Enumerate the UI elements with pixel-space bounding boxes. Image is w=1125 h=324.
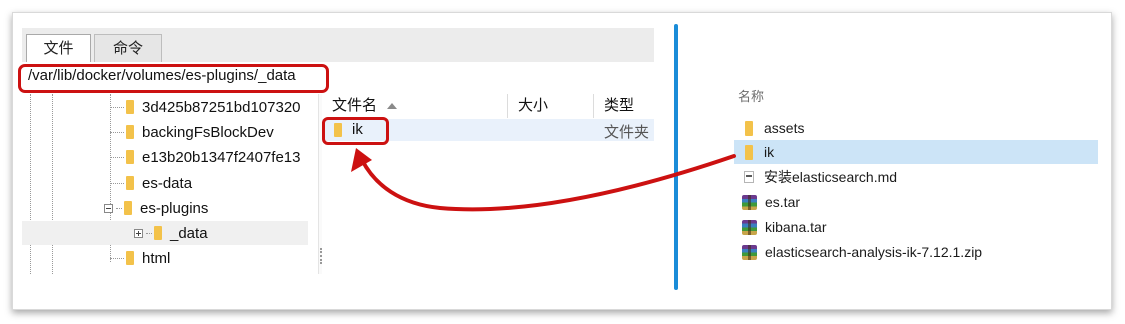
tree-guide-line (52, 94, 53, 274)
folder-open-icon (124, 201, 132, 215)
folder-icon (154, 226, 162, 240)
tree-connector (110, 106, 124, 108)
tree-connector (146, 232, 152, 234)
explorer-item-label: elasticsearch-analysis-ik-7.12.1.zip (765, 244, 983, 260)
directory-tree: 3d425b87251bd107320 backingFsBlockDev e1… (22, 94, 318, 274)
sort-ascending-icon (387, 103, 398, 110)
tree-item-label: es-plugins (140, 199, 209, 217)
explorer-item-label: es.tar (765, 194, 801, 210)
explorer-item-ik-zip[interactable]: elasticsearch-analysis-ik-7.12.1.zip (734, 240, 1098, 264)
explorer-item-ik[interactable]: ik (734, 140, 1098, 164)
explorer-item-label: 安装elasticsearch.md (764, 169, 898, 185)
folder-icon (742, 144, 756, 160)
tree-item[interactable]: backingFsBlockDev (110, 120, 274, 144)
tree-item-es-plugins[interactable]: es-plugins (104, 196, 208, 220)
folder-icon (742, 120, 756, 136)
tree-connector (110, 156, 124, 158)
tab-bar: 文件 命令 (22, 28, 654, 63)
tree-connector (110, 182, 124, 184)
column-header-name[interactable]: 名称 (738, 86, 764, 105)
explorer-item-label: kibana.tar (765, 219, 827, 235)
column-header-name[interactable]: 文件名 (322, 94, 508, 118)
tree-item[interactable]: html (110, 246, 170, 270)
markdown-file-icon (742, 170, 756, 185)
folder-icon (126, 100, 134, 114)
archive-icon (742, 244, 757, 260)
folder-icon (126, 150, 134, 164)
explorer-item-label: assets (764, 120, 805, 136)
tree-item[interactable]: e13b20b1347f2407fe13 (110, 145, 301, 169)
tab-command[interactable]: 命令 (94, 34, 162, 62)
tree-item-label: es-data (142, 174, 193, 192)
archive-icon (742, 219, 757, 235)
explorer-item-md-file[interactable]: 安装elasticsearch.md (734, 165, 1098, 189)
folder-icon (126, 251, 134, 265)
folder-icon (126, 176, 134, 190)
tree-item-data-selected[interactable]: _data (22, 221, 308, 245)
tree-item[interactable]: es-data (110, 171, 192, 195)
explorer-item-assets[interactable]: assets (734, 116, 1098, 140)
tree-connector (116, 207, 122, 209)
tree-item-label: html (142, 249, 171, 267)
tree-guide-line (30, 94, 31, 274)
folder-icon (126, 125, 134, 139)
tab-file[interactable]: 文件 (26, 34, 91, 63)
ik-highlight-box (322, 117, 389, 145)
tree-connector (110, 131, 124, 133)
archive-icon (742, 194, 757, 210)
file-type: 文件夹 (604, 124, 650, 141)
column-header-size[interactable]: 大小 (508, 94, 594, 118)
collapse-toggle-icon[interactable] (104, 203, 113, 213)
explorer-item-label: ik (764, 144, 775, 160)
tree-item-label: e13b20b1347f2407fe13 (142, 148, 301, 166)
tree-item[interactable]: 3d425b87251bd107320 (110, 95, 301, 119)
explorer-item-kibana-tar[interactable]: kibana.tar (734, 215, 1098, 239)
column-header-type[interactable]: 类型 (594, 94, 654, 118)
path-highlight-box (18, 64, 329, 93)
tree-connector (110, 257, 124, 259)
explorer-item-es-tar[interactable]: es.tar (734, 190, 1098, 214)
tree-item-label: _data (170, 224, 208, 242)
tree-item-label: backingFsBlockDev (142, 123, 274, 141)
expand-toggle-icon[interactable] (134, 228, 143, 238)
panel-divider (674, 24, 678, 290)
tree-item-label: 3d425b87251bd107320 (142, 98, 301, 116)
column-header-label: 文件名 (332, 97, 378, 114)
